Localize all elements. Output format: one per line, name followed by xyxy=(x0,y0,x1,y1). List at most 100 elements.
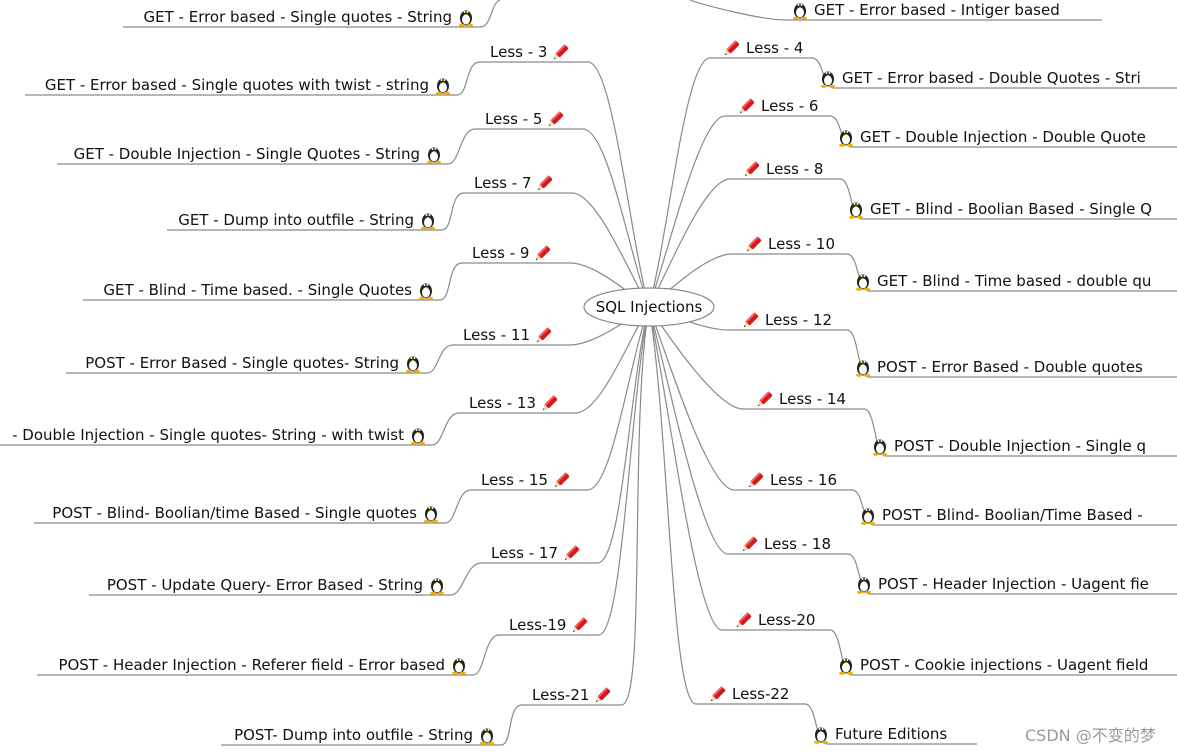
leaf-label: POST - Header Injection - Uagent fie xyxy=(878,575,1149,593)
lesson-node[interactable]: Less - 9 xyxy=(472,243,553,263)
penguin-icon xyxy=(418,210,438,230)
leaf-label: Future Editions xyxy=(835,725,948,743)
leaf-node[interactable]: GET - Blind - Boolian Based - Single Q xyxy=(846,199,1152,219)
pencil-icon xyxy=(746,470,766,490)
lesson-node[interactable]: Less - 17 xyxy=(491,543,582,563)
leaf-label: GET - Blind - Time based - double qu xyxy=(877,272,1152,290)
leaf-node[interactable]: GET - Blind - Time based. - Single Quote… xyxy=(103,280,436,300)
leaf-label: POST - Blind- Boolian/time Based - Singl… xyxy=(52,504,417,522)
lesson-node[interactable]: Less - 18 xyxy=(740,534,831,554)
lesson-node[interactable]: Less - 7 xyxy=(474,173,555,193)
lesson-label: Less - 10 xyxy=(768,235,835,253)
pencil-icon xyxy=(533,243,553,263)
leaf-node[interactable]: POST - Double Injection - Single q xyxy=(870,436,1146,456)
pencil-icon xyxy=(708,684,728,704)
lesson-label: Less-20 xyxy=(758,611,816,629)
leaf-node[interactable]: POST - Blind- Boolian/time Based - Singl… xyxy=(52,503,441,523)
lesson-label: Less - 3 xyxy=(490,43,548,61)
penguin-icon xyxy=(836,655,856,675)
leaf-node[interactable]: GET - Double Injection - Single Quotes -… xyxy=(74,144,444,164)
lesson-node[interactable]: Less-19 xyxy=(509,615,590,635)
leaf-node[interactable]: Future Editions xyxy=(811,724,947,744)
leaf-node[interactable]: GET - Blind - Time based - double qu xyxy=(853,271,1151,291)
penguin-icon xyxy=(853,271,873,291)
lesson-node[interactable]: Less - 14 xyxy=(755,389,846,409)
lesson-node[interactable]: Less - 13 xyxy=(469,393,560,413)
leaf-label: GET - Double Injection - Double Quote xyxy=(860,128,1146,146)
lesson-node[interactable]: Less-22 xyxy=(708,684,789,704)
leaf-label: GET - Double Injection - Single Quotes -… xyxy=(73,145,420,163)
penguin-icon xyxy=(433,75,453,95)
pencil-icon xyxy=(562,543,582,563)
leaf-node[interactable]: POST - Header Injection - Uagent fie xyxy=(854,574,1149,594)
lesson-label: Less - 13 xyxy=(469,394,536,412)
connector-line xyxy=(648,306,1177,457)
lesson-label: Less-22 xyxy=(732,685,790,703)
pencil-icon xyxy=(740,534,760,554)
leaf-node[interactable]: POST - Header Injection - Referer field … xyxy=(58,655,469,675)
lesson-node[interactable]: Less - 10 xyxy=(744,234,835,254)
leaf-label: GET - Blind - Time based. - Single Quote… xyxy=(103,281,412,299)
lesson-node[interactable]: Less - 8 xyxy=(742,159,823,179)
pencil-icon xyxy=(551,42,571,62)
penguin-icon xyxy=(836,127,856,147)
leaf-node[interactable]: POST- Dump into outfile - String xyxy=(234,725,497,745)
leaf-node[interactable]: GET - Error based - Intiger based xyxy=(790,0,1060,20)
lesson-label: Less - 12 xyxy=(765,311,832,329)
penguin-icon xyxy=(854,574,874,594)
lesson-node[interactable]: Less - 5 xyxy=(485,109,566,129)
penguin-icon xyxy=(416,280,436,300)
leaf-node[interactable]: POST - Error Based - Double quotes xyxy=(853,357,1143,377)
pencil-icon xyxy=(540,393,560,413)
lesson-node[interactable]: Less - 16 xyxy=(746,470,837,490)
leaf-node[interactable]: POST - Cookie injections - Uagent field xyxy=(836,655,1148,675)
leaf-node[interactable]: GET - Error based - Single quotes - Stri… xyxy=(144,7,477,27)
pencil-icon xyxy=(741,310,761,330)
leaf-node[interactable]: GET - Dump into outfile - String xyxy=(178,210,438,230)
leaf-node[interactable]: POST - Update Query- Error Based - Strin… xyxy=(107,575,447,595)
pencil-icon xyxy=(737,96,757,116)
lesson-node[interactable]: Less - 4 xyxy=(722,38,803,58)
pencil-icon xyxy=(546,109,566,129)
penguin-icon xyxy=(790,0,810,20)
pencil-icon xyxy=(755,389,775,409)
leaf-label: POST - Error Based - Double quotes xyxy=(877,358,1143,376)
leaf-node[interactable]: GET - Double Injection - Double Quote xyxy=(836,127,1146,147)
leaf-node[interactable]: GET - Error based - Single quotes with t… xyxy=(45,75,453,95)
leaf-label: POST - Header Injection - Referer field … xyxy=(58,656,445,674)
lesson-node[interactable]: Less-21 xyxy=(532,685,613,705)
penguin-icon xyxy=(403,353,423,373)
penguin-icon xyxy=(853,357,873,377)
leaf-label: GET - Error based - Single quotes with t… xyxy=(44,76,429,94)
center-node[interactable]: SQL Injections xyxy=(583,287,715,327)
leaf-node[interactable]: GET - Error based - Double Quotes - Stri xyxy=(818,68,1141,88)
connector-line xyxy=(648,57,1177,308)
lesson-label: Less - 15 xyxy=(481,471,548,489)
leaf-node[interactable]: - Double Injection - Single quotes- Stri… xyxy=(12,425,428,445)
leaf-label: POST - Cookie injections - Uagent field xyxy=(860,656,1149,674)
leaf-label: POST - Update Query- Error Based - Strin… xyxy=(106,576,423,594)
penguin-icon xyxy=(408,425,428,445)
penguin-icon xyxy=(477,725,497,745)
lesson-node[interactable]: Less - 3 xyxy=(490,42,571,62)
lesson-node[interactable]: Less-20 xyxy=(734,610,815,630)
connector-line xyxy=(34,306,650,524)
penguin-icon xyxy=(424,144,444,164)
lesson-node[interactable]: Less - 11 xyxy=(463,325,554,345)
lesson-node[interactable]: Less - 15 xyxy=(481,470,572,490)
leaf-label: GET - Error based - Single quotes - Stri… xyxy=(143,8,453,26)
leaf-label: GET - Error based - Double Quotes - Stri xyxy=(842,69,1141,87)
penguin-icon xyxy=(427,575,447,595)
leaf-label: POST - Blind- Boolian/Time Based - xyxy=(882,506,1143,524)
lesson-label: Less - 9 xyxy=(472,244,530,262)
lesson-node[interactable]: Less - 6 xyxy=(737,96,818,116)
watermark: CSDN @不变的梦 xyxy=(1025,726,1156,745)
lesson-node[interactable]: Less - 12 xyxy=(741,310,832,330)
pencil-icon xyxy=(570,615,590,635)
pencil-icon xyxy=(534,325,554,345)
leaf-node[interactable]: POST - Blind- Boolian/Time Based - xyxy=(858,505,1143,525)
leaf-label: GET - Blind - Boolian Based - Single Q xyxy=(870,200,1152,218)
leaf-label: GET - Dump into outfile - String xyxy=(178,211,414,229)
leaf-label: POST- Dump into outfile - String xyxy=(234,726,473,744)
leaf-node[interactable]: POST - Error Based - Single quotes- Stri… xyxy=(85,353,423,373)
